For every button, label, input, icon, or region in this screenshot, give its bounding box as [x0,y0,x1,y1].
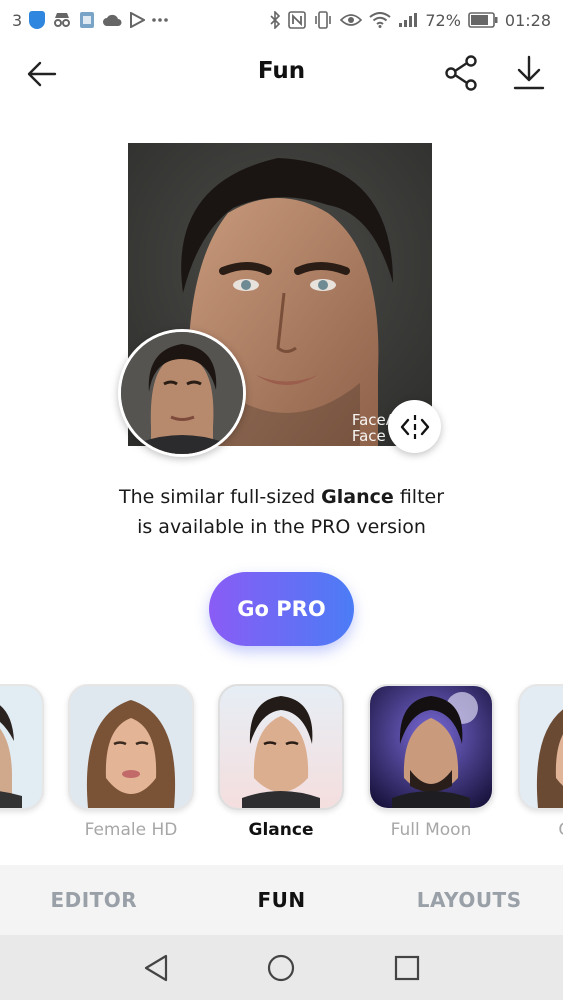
filter-label: Glance [248,820,314,840]
tab-fun[interactable]: FUN [188,865,376,935]
go-pro-button[interactable]: Go PRO [209,572,354,646]
filter-thumbnail [368,684,494,810]
download-button[interactable] [508,52,550,94]
filter-item-female-hd[interactable]: Female HD [68,684,194,840]
notification-count: 3 [12,10,23,30]
system-home-button[interactable] [266,953,296,983]
home-circle-icon [267,954,295,982]
compare-slider-handle[interactable] [388,400,441,453]
back-triangle-icon [144,954,168,982]
share-button[interactable] [440,52,482,94]
app-bar: Fun [0,40,563,106]
promo-text-after: filter [393,486,445,508]
filter-label: Gend [518,820,563,840]
status-bar-left: 3 [12,11,168,30]
status-bar: 3 72% 01:28 [0,0,563,40]
original-photo-thumbnail[interactable] [118,329,246,457]
filter-carousel[interactable]: Female HD Glance Full Moon Gend [0,684,563,854]
filter-item-gender[interactable]: Gend [518,684,563,840]
pro-promo-message: The similar full-sized Glance filter is … [0,482,563,542]
nfc-icon [288,11,307,29]
incognito-icon [52,12,72,28]
filter-label: Full Moon [390,820,472,840]
filter-thumbnail [518,684,563,810]
recents-square-icon [394,955,420,981]
filter-thumbnail [0,684,44,810]
filter-item-full-moon[interactable]: Full Moon [368,684,494,840]
filter-thumbnail [68,684,194,810]
eye-icon [340,12,363,28]
more-notifications-icon [152,17,168,23]
battery-percent: 72% [425,10,461,30]
wifi-icon [369,12,391,28]
filter-item[interactable] [0,684,44,820]
filter-item-glance[interactable]: Glance [218,684,344,840]
tab-layouts[interactable]: LAYOUTS [375,865,563,935]
clock: 01:28 [504,10,551,30]
shield-icon [29,11,46,29]
vibrate-icon [313,11,333,29]
signal-icon [398,12,418,28]
original-portrait-image [121,332,243,454]
promo-text-before: The similar full-sized [118,486,322,508]
image-icon [79,11,95,29]
promo-line-2: is available in the PRO version [137,516,426,538]
play-icon [129,12,146,28]
share-icon [445,55,477,91]
promo-line-1: The similar full-sized Glance filter [0,482,563,512]
cloud-icon [102,13,122,27]
system-recents-button[interactable] [392,953,422,983]
download-icon [513,55,545,90]
system-navigation-bar [0,935,563,1000]
compare-split-icon [400,414,429,439]
bottom-tab-bar: EDITOR FUN LAYOUTS [0,865,563,935]
filter-label: Female HD [84,820,178,840]
battery-icon [468,12,498,28]
filter-thumbnail [218,684,344,810]
promo-filter-name: Glance [321,486,394,508]
bluetooth-icon [269,11,281,29]
system-back-button[interactable] [141,953,171,983]
status-bar-right: 72% 01:28 [269,11,551,30]
tab-editor[interactable]: EDITOR [0,865,188,935]
